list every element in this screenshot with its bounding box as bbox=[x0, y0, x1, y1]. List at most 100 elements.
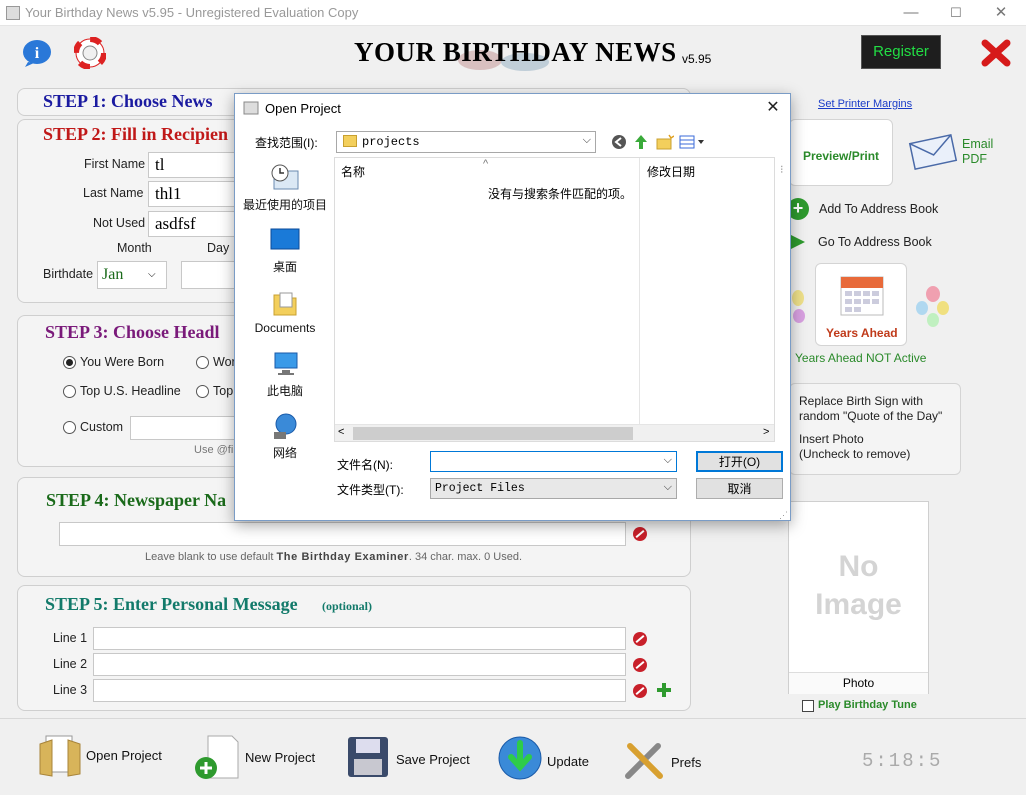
message-line1-input[interactable] bbox=[93, 627, 626, 650]
radio-top-us-headline[interactable] bbox=[63, 385, 76, 398]
filetype-value: Project Files bbox=[435, 482, 525, 495]
clear-newspaper-name-icon[interactable] bbox=[633, 527, 647, 541]
app-icon bbox=[6, 6, 20, 20]
recent-items-icon[interactable] bbox=[270, 163, 300, 193]
back-arrow-icon[interactable] bbox=[611, 134, 627, 150]
step1-title: STEP 1: Choose News bbox=[43, 91, 213, 111]
view-menu-icon[interactable] bbox=[679, 134, 707, 150]
replace-birth-sign-option[interactable]: Replace Birth Sign with random "Quote of … bbox=[799, 394, 942, 424]
place-this-pc[interactable]: 此电脑 bbox=[236, 382, 334, 399]
insert-photo-option[interactable]: Insert Photo (Uncheck to remove) bbox=[799, 432, 910, 462]
up-folder-icon[interactable] bbox=[633, 133, 649, 151]
window-titlebar: Your Birthday News v5.95 - Unregistered … bbox=[0, 0, 1026, 26]
documents-icon[interactable] bbox=[272, 289, 298, 317]
horizontal-scrollbar[interactable]: < > bbox=[335, 424, 774, 441]
radio-you-were-born[interactable] bbox=[63, 356, 76, 369]
dialog-close-button[interactable]: ✕ bbox=[762, 97, 784, 119]
chevron-down-icon: ⌵ bbox=[663, 481, 672, 493]
scrollbar-thumb[interactable] bbox=[353, 427, 633, 440]
open-project-button[interactable]: Open Project bbox=[86, 748, 162, 763]
exit-x-icon[interactable] bbox=[981, 39, 1011, 67]
scroll-left-icon[interactable]: < bbox=[338, 426, 344, 438]
preview-print-button[interactable]: Preview/Print bbox=[789, 119, 893, 186]
radio-you-were-born-label: You Were Born bbox=[80, 355, 165, 369]
add-line-plus-icon[interactable] bbox=[656, 682, 672, 698]
prefs-tools-icon[interactable] bbox=[622, 738, 666, 782]
chevron-down-icon: ⌵ bbox=[663, 454, 672, 466]
day-select[interactable] bbox=[181, 261, 237, 289]
minimize-button[interactable]: — bbox=[896, 2, 926, 24]
last-name-field[interactable]: thl1 bbox=[148, 181, 238, 207]
radio-world[interactable] bbox=[196, 356, 209, 369]
photo-label: Photo bbox=[789, 672, 928, 694]
photo-frame[interactable]: No Image Photo bbox=[788, 501, 929, 694]
new-folder-icon[interactable] bbox=[656, 134, 675, 150]
close-button[interactable]: ✕ bbox=[986, 2, 1016, 24]
last-name-label: Last Name bbox=[83, 186, 144, 200]
open-project-folder-icon[interactable] bbox=[38, 732, 82, 778]
col-header-name[interactable]: 名称 bbox=[341, 163, 365, 180]
email-envelope-icon[interactable] bbox=[908, 133, 958, 171]
filename-combo[interactable]: ⌵ bbox=[430, 451, 677, 472]
col-header-date[interactable]: 修改日期 bbox=[647, 163, 695, 180]
save-project-button[interactable]: Save Project bbox=[396, 752, 470, 767]
radio-top[interactable] bbox=[196, 385, 209, 398]
network-icon[interactable] bbox=[271, 412, 301, 440]
first-name-field[interactable]: tl bbox=[148, 152, 238, 178]
message-line2-input[interactable] bbox=[93, 653, 626, 676]
places-bar: 最近使用的项目 桌面 Documents 此电脑 网络 bbox=[236, 157, 334, 519]
add-to-address-book-link[interactable]: Add To Address Book bbox=[819, 202, 938, 216]
file-list[interactable]: 名称 ^ 修改日期 ⁝ 没有与搜索条件匹配的项。 < > bbox=[334, 157, 784, 442]
not-used-field[interactable]: asdfsf bbox=[148, 211, 238, 237]
go-arrow-icon[interactable] bbox=[789, 231, 809, 253]
place-documents[interactable]: Documents bbox=[236, 321, 334, 335]
cancel-button[interactable]: 取消 bbox=[696, 478, 783, 499]
prefs-button[interactable]: Prefs bbox=[671, 755, 701, 770]
radio-custom-label: Custom bbox=[80, 420, 124, 434]
place-desktop[interactable]: 桌面 bbox=[236, 258, 334, 275]
update-globe-icon[interactable] bbox=[497, 735, 543, 781]
set-printer-margins-link[interactable]: Set Printer Margins bbox=[818, 98, 912, 110]
filetype-combo[interactable]: Project Files ⌵ bbox=[430, 478, 677, 499]
register-button[interactable]: Register bbox=[861, 35, 941, 69]
open-button[interactable]: 打开(O) bbox=[696, 451, 783, 472]
scroll-right-icon[interactable]: > bbox=[763, 426, 769, 438]
clear-line3-icon[interactable] bbox=[633, 684, 647, 698]
folder-icon bbox=[343, 135, 357, 147]
resize-grip-icon[interactable]: ⋰ bbox=[779, 510, 788, 521]
this-pc-icon[interactable] bbox=[272, 350, 300, 378]
save-floppy-icon[interactable] bbox=[346, 735, 390, 779]
desktop-icon[interactable] bbox=[270, 227, 300, 253]
not-used-label: Not Used bbox=[93, 216, 146, 230]
play-birthday-tune-checkbox[interactable] bbox=[802, 700, 814, 712]
clear-line1-icon[interactable] bbox=[633, 632, 647, 646]
go-to-address-book-link[interactable]: Go To Address Book bbox=[818, 235, 932, 249]
new-project-button[interactable]: New Project bbox=[245, 750, 315, 765]
calendar-icon bbox=[840, 274, 884, 316]
custom-headline-input[interactable] bbox=[130, 416, 236, 440]
clock-display: 5:18:5 bbox=[862, 750, 943, 772]
update-button[interactable]: Update bbox=[547, 754, 589, 769]
newspaper-name-hint: Leave blank to use default The Birthday … bbox=[145, 551, 523, 563]
empty-list-message: 没有与搜索条件匹配的项。 bbox=[488, 187, 633, 201]
maximize-button[interactable]: ☐ bbox=[941, 2, 971, 24]
place-network[interactable]: 网络 bbox=[236, 444, 334, 461]
month-select[interactable]: Jan ⌵ bbox=[97, 261, 167, 289]
radio-top-us-headline-label: Top U.S. Headline bbox=[80, 384, 181, 398]
look-in-combo[interactable]: projects ⌵ bbox=[336, 131, 596, 153]
sort-up-icon: ^ bbox=[483, 158, 489, 170]
email-pdf-label[interactable]: Email PDF bbox=[962, 137, 993, 167]
years-ahead-button[interactable]: Years Ahead bbox=[815, 263, 907, 346]
info-icon[interactable]: i bbox=[22, 38, 54, 68]
place-recent[interactable]: 最近使用的项目 bbox=[236, 196, 334, 213]
preview-print-label: Preview/Print bbox=[803, 149, 880, 163]
balloon-left-icon bbox=[789, 288, 807, 328]
new-project-icon[interactable] bbox=[194, 734, 240, 780]
clear-line2-icon[interactable] bbox=[633, 658, 647, 672]
first-name-label: First Name bbox=[84, 157, 146, 171]
message-line3-input[interactable] bbox=[93, 679, 626, 702]
radio-custom[interactable] bbox=[63, 421, 76, 434]
newspaper-name-input[interactable] bbox=[59, 522, 626, 546]
help-lifebuoy-icon[interactable] bbox=[73, 36, 107, 70]
dialog-title: Open Project bbox=[265, 101, 341, 116]
